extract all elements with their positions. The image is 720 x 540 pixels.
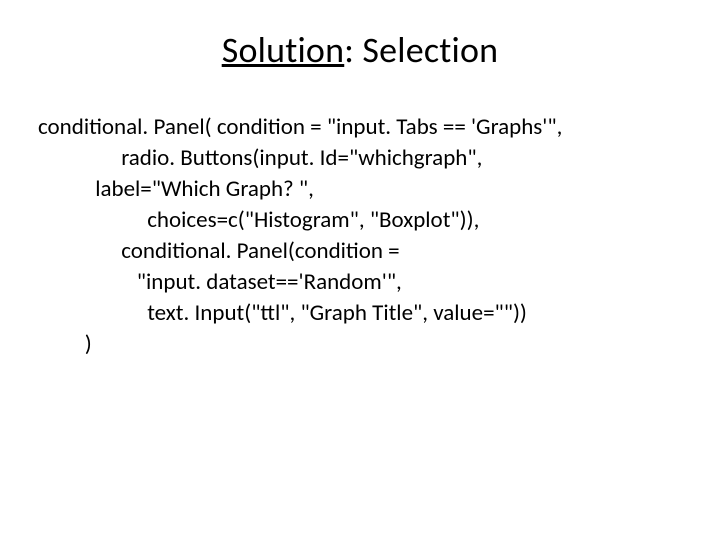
slide: Solution: Selection conditional. Panel( … [0, 0, 720, 540]
code-line-7: text. Input("ttl", "Graph Title", value=… [38, 298, 690, 329]
code-line-8: ) [38, 329, 690, 360]
code-line-5: conditional. Panel(condition = [38, 236, 690, 267]
title-underlined: Solution [222, 28, 345, 72]
slide-title: Solution: Selection [0, 0, 720, 112]
code-line-4: choices=c("Histogram", "Boxplot")), [38, 205, 690, 236]
code-block: conditional. Panel( condition = "input. … [0, 112, 720, 360]
code-line-6: "input. dataset=='Random'", [38, 267, 690, 298]
code-line-3: label="Which Graph? ", [38, 174, 690, 205]
code-line-2: radio. Buttons(input. Id="whichgraph", [38, 143, 690, 174]
code-line-1: conditional. Panel( condition = "input. … [38, 112, 690, 143]
title-rest: : Selection [344, 28, 498, 72]
